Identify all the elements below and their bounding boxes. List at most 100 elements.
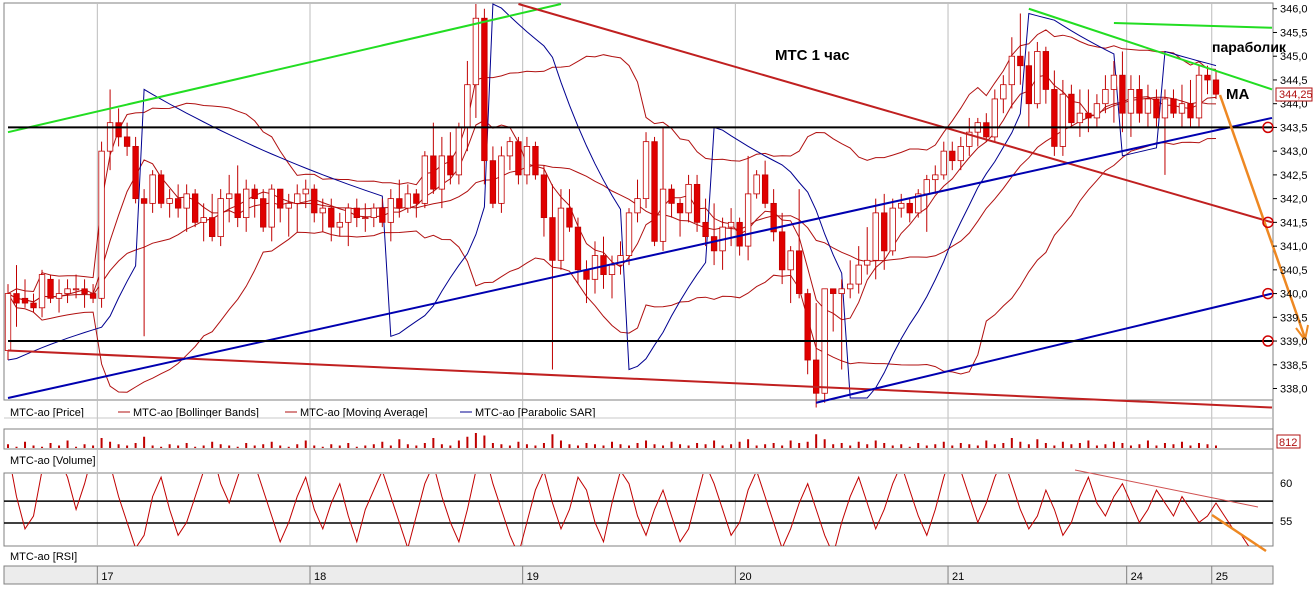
candle-up <box>991 98 998 138</box>
volume-bar <box>236 446 239 448</box>
candle-down <box>1042 51 1050 90</box>
candle-down <box>549 217 556 261</box>
trendlines <box>7 3 1309 409</box>
candle-up <box>498 155 505 204</box>
volume-bar <box>1087 440 1090 448</box>
candle-down <box>693 183 701 223</box>
candle-down <box>1136 89 1143 114</box>
price-tick-label: 340,5 <box>1280 265 1308 277</box>
volume-bar <box>202 445 205 448</box>
volume-bar <box>7 444 9 448</box>
volume-bar <box>483 435 486 448</box>
candle-down <box>1068 93 1075 124</box>
volume-bar <box>1061 441 1064 448</box>
volume-bar <box>1121 443 1124 448</box>
candle-down <box>566 207 573 228</box>
candle-down <box>540 174 548 219</box>
volume-bar <box>262 444 265 448</box>
legend-bb: MTC-ao [Bollinger Bands] <box>133 407 259 419</box>
volume-bar <box>49 443 52 448</box>
volume-bar <box>32 445 35 448</box>
volume-bar <box>968 444 971 448</box>
candle-down <box>234 193 241 219</box>
candle-up <box>345 207 352 223</box>
trendline-green <box>1113 21 1273 29</box>
rsi-line <box>11 474 1250 546</box>
volume-bar <box>355 446 358 448</box>
candle-up <box>864 259 871 266</box>
candle-up <box>370 207 377 219</box>
volume-bar <box>1027 444 1030 448</box>
candle-up <box>200 217 207 223</box>
volume-bar <box>177 445 180 448</box>
volume-bar <box>747 439 750 448</box>
candle-down <box>251 188 258 200</box>
candle-down <box>81 288 88 294</box>
candle-down <box>710 236 718 252</box>
candle-up <box>1000 84 1007 100</box>
trendline-blue <box>7 116 1273 399</box>
volume-bar <box>636 443 639 448</box>
candle-down <box>447 155 454 176</box>
volume-bar <box>806 441 809 448</box>
date-label: 24 <box>1131 571 1143 583</box>
volume-bar <box>687 445 690 448</box>
volume-bar <box>798 443 801 448</box>
volume-bar <box>976 445 979 448</box>
candle-down <box>132 146 139 200</box>
volume-bar <box>781 445 784 448</box>
candle-up <box>455 127 463 176</box>
volume-bar <box>670 441 673 448</box>
volume-bar <box>151 445 154 448</box>
volume-bar <box>662 445 665 448</box>
candle-up <box>1093 103 1101 119</box>
volume-bar <box>942 441 945 448</box>
candle-up <box>685 183 692 214</box>
price-axis: 346,0345,5345,0344,5344,0343,5343,0342,5… <box>1273 4 1308 396</box>
candle-down <box>702 221 709 238</box>
candle-up <box>855 264 862 285</box>
candle-down <box>1170 98 1177 114</box>
candle-down <box>830 288 837 294</box>
candle-up <box>64 288 71 294</box>
candle-down <box>761 174 769 204</box>
parabolic-annotation: параболик <box>1212 39 1287 55</box>
candle-up <box>319 207 326 214</box>
candle-down <box>515 141 522 176</box>
volume-bar <box>738 441 741 448</box>
price-tick-label: 341,5 <box>1280 217 1308 229</box>
volume-bar <box>1044 443 1047 448</box>
trendline-blue <box>815 292 1273 404</box>
rsi-tick-60: 60 <box>1280 478 1292 490</box>
volume-bar <box>304 440 307 448</box>
volume-bar <box>474 433 477 448</box>
volume-bar <box>755 445 758 448</box>
candle-down <box>396 198 403 209</box>
candle-down <box>1212 79 1220 95</box>
candle-down <box>140 198 148 204</box>
volume-bar <box>219 444 222 448</box>
candle-down <box>795 250 803 294</box>
volume-bar <box>270 441 273 448</box>
volume-bar <box>645 440 648 448</box>
candle-up <box>932 174 939 181</box>
date-label: 17 <box>101 571 113 583</box>
candle-up <box>787 250 794 271</box>
candle-up <box>727 221 735 228</box>
volume-bar <box>840 443 843 448</box>
date-label: 19 <box>527 571 539 583</box>
candle-down <box>1025 65 1033 105</box>
volume-bar <box>313 445 316 448</box>
volume-bar <box>713 440 716 448</box>
candle-up <box>1102 89 1109 105</box>
candle-down <box>174 198 182 209</box>
volume-bar <box>959 443 962 448</box>
volume-bar <box>168 444 171 448</box>
volume-bar <box>602 445 605 448</box>
volume-bar <box>1155 445 1158 448</box>
candle-up <box>1034 51 1041 105</box>
volume-bar <box>611 441 613 448</box>
price-tick-label: 343,5 <box>1280 122 1308 134</box>
volume-bar <box>287 446 290 448</box>
candle-down <box>676 202 684 214</box>
